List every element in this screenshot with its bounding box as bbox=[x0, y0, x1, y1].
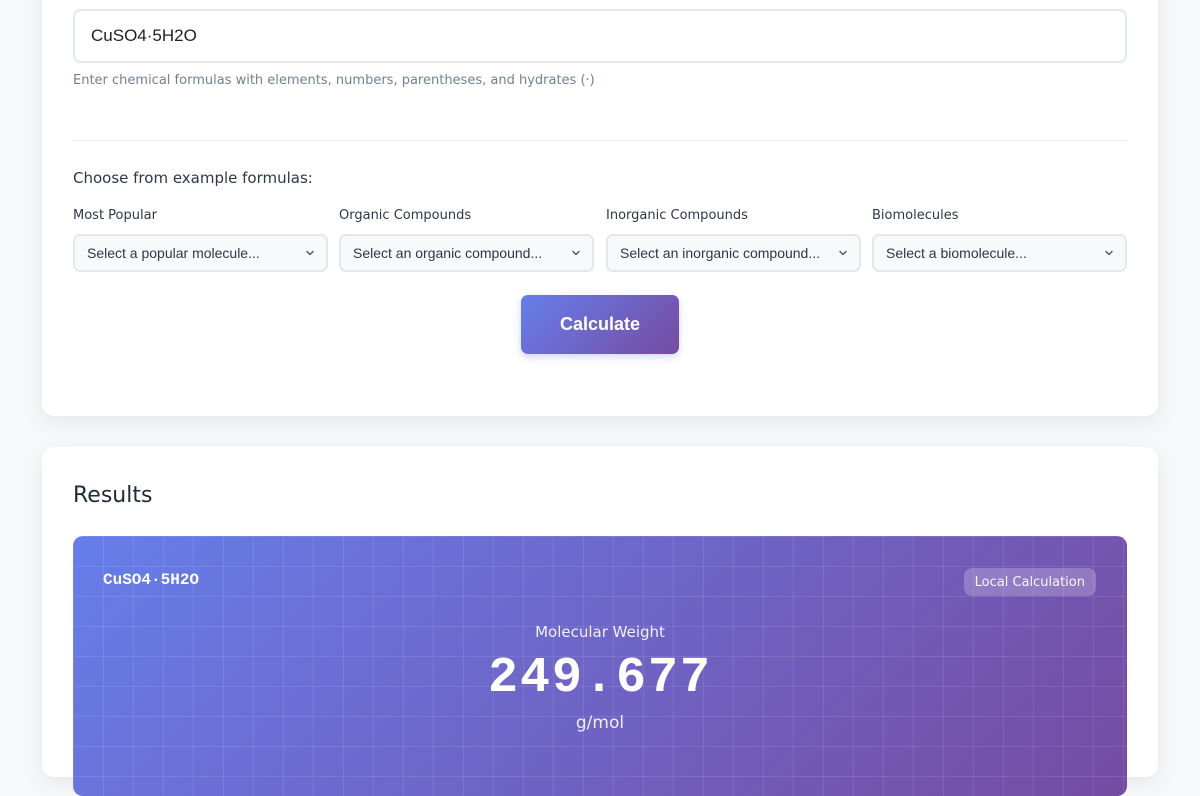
select-group-organic: Organic Compounds Select an organic comp… bbox=[339, 208, 594, 272]
popular-molecule-select[interactable]: Select a popular molecule... bbox=[73, 234, 328, 272]
select-placeholder: Select a biomolecule... bbox=[886, 245, 1027, 261]
result-panel: CuSO4·5H2O Local Calculation Molecular W… bbox=[73, 536, 1127, 796]
select-placeholder: Select an inorganic compound... bbox=[620, 245, 821, 261]
select-group-popular: Most Popular Select a popular molecule..… bbox=[73, 208, 328, 272]
calculate-button[interactable]: Calculate bbox=[521, 295, 679, 354]
biomolecule-select[interactable]: Select a biomolecule... bbox=[872, 234, 1127, 272]
molecular-weight-unit: g/mol bbox=[575, 713, 625, 733]
select-label-biomolecules: Biomolecules bbox=[872, 208, 959, 223]
chevron-down-icon bbox=[572, 250, 580, 256]
select-group-biomolecules: Biomolecules Select a biomolecule... bbox=[872, 208, 1127, 272]
select-placeholder: Select a popular molecule... bbox=[87, 245, 260, 261]
chevron-down-icon bbox=[1105, 250, 1113, 256]
select-placeholder: Select an organic compound... bbox=[353, 245, 543, 261]
organic-compound-select[interactable]: Select an organic compound... bbox=[339, 234, 594, 272]
formula-input[interactable] bbox=[73, 9, 1127, 63]
calculation-source-badge: Local Calculation bbox=[963, 568, 1096, 596]
results-card: Results CuSO4·5H2O Local Calculation Mol… bbox=[42, 447, 1158, 796]
examples-title: Choose from example formulas: bbox=[73, 169, 313, 187]
formula-input-card: Enter chemical formulas with elements, n… bbox=[42, 0, 1158, 416]
select-label-organic: Organic Compounds bbox=[339, 208, 472, 223]
inorganic-compound-select[interactable]: Select an inorganic compound... bbox=[606, 234, 861, 272]
select-label-popular: Most Popular bbox=[73, 208, 157, 223]
molecular-weight-value: 249.677 bbox=[487, 650, 713, 707]
molecular-weight-label: Molecular Weight bbox=[535, 623, 665, 641]
select-label-inorganic: Inorganic Compounds bbox=[606, 208, 748, 223]
chevron-down-icon bbox=[306, 250, 314, 256]
select-group-inorganic: Inorganic Compounds Select an inorganic … bbox=[606, 208, 861, 272]
section-divider bbox=[73, 140, 1127, 141]
results-title: Results bbox=[73, 483, 153, 508]
formula-input-hint: Enter chemical formulas with elements, n… bbox=[73, 73, 595, 88]
chevron-down-icon bbox=[839, 250, 847, 256]
result-formula: CuSO4·5H2O bbox=[103, 571, 200, 589]
